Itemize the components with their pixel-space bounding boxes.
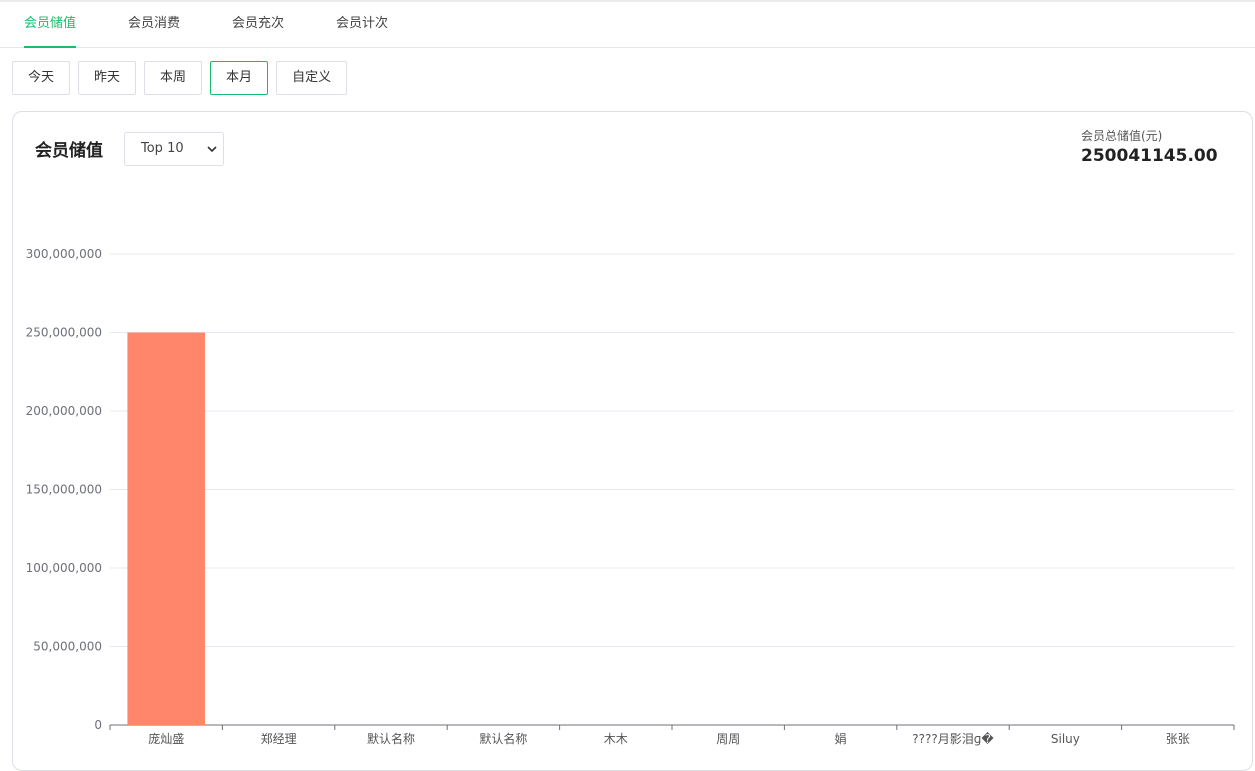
tab-member-recharge-count[interactable]: 会员充次 [232,2,284,47]
x-tick-label: 默认名称 [367,731,415,746]
stored-value-card: 会员储值 Top 10 会员总储值(元) 250041145.00 0 50,00… [12,111,1253,771]
y-tick-label: 50,000,000 [33,640,102,654]
tab-bar: 会员储值 会员消费 会员充次 会员计次 [0,2,1255,48]
x-tick-label: 郑经理 [261,731,297,746]
y-tick-label: 200,000,000 [26,404,102,418]
x-tick-label: ????月影泪ɡ� [912,732,994,746]
bar [127,332,205,725]
y-tick-label: 100,000,000 [26,561,102,575]
range-this-month-button[interactable]: 本月 [210,61,269,95]
bar-chart: 0 50,000,000 100,000,000 150,000,000 200,000… [26,247,1235,746]
x-tick-label: 张张 [1166,732,1190,746]
y-tick-label: 0 [94,718,102,732]
x-tick-label: 娟 [835,732,847,746]
tab-member-count[interactable]: 会员计次 [336,2,388,47]
y-tick-label: 250,000,000 [26,326,102,340]
x-tick-label: 木木 [604,732,628,746]
y-tick-label: 300,000,000 [26,247,102,261]
y-tick-label: 150,000,000 [26,483,102,497]
tab-member-consumption[interactable]: 会员消费 [128,2,180,47]
range-custom-button[interactable]: 自定义 [276,61,348,95]
tab-member-stored-value[interactable]: 会员储值 [24,2,77,48]
range-this-week-button[interactable]: 本周 [144,61,203,95]
x-tick-label: Siluy [1051,732,1080,746]
x-tick-label: 默认名称 [479,731,527,746]
date-range-group: 今天 昨天 本周 本月 自定义 [12,61,355,95]
x-tick-label: 周周 [716,732,740,746]
x-tick-label: 庞灿盛 [148,731,184,746]
range-today-button[interactable]: 今天 [12,61,71,95]
range-yesterday-button[interactable]: 昨天 [78,61,137,95]
